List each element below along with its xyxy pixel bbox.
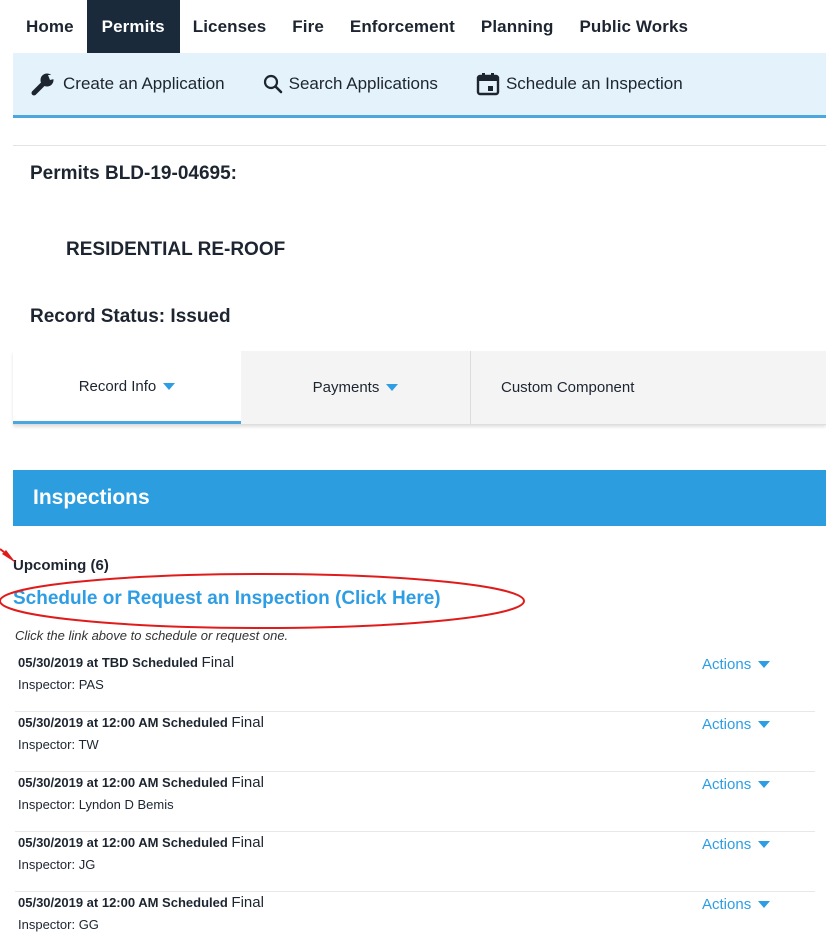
inspection-date: 05/30/2019 at 12:00 AM Scheduled (18, 775, 228, 790)
inspection-type: Final (231, 894, 264, 911)
sub-nav: Create an Application Search Application… (13, 53, 826, 118)
create-application-link[interactable]: Create an Application (31, 72, 225, 96)
inspection-type: Final (231, 834, 264, 851)
tab-public-works[interactable]: Public Works (566, 0, 701, 53)
wrench-icon (31, 73, 54, 96)
actions-dropdown[interactable]: Actions (702, 716, 771, 733)
inspection-date: 05/30/2019 at TBD Scheduled (18, 655, 198, 670)
tab-planning[interactable]: Planning (468, 0, 567, 53)
actions-label: Actions (702, 896, 752, 913)
tab-permits[interactable]: Permits (86, 0, 180, 60)
inspection-type: Final (201, 654, 235, 671)
tab-licenses[interactable]: Licenses (180, 0, 280, 53)
inspection-datetime: 05/30/2019 at 12:00 AM Scheduled Final (18, 714, 264, 731)
inspection-datetime: 05/30/2019 at 12:00 AM Scheduled Final (18, 774, 264, 791)
inspection-datetime: 05/30/2019 at 12:00 AM Scheduled Final (18, 834, 264, 851)
create-application-label: Create an Application (63, 74, 225, 93)
inspection-inspector: Inspector: GG (18, 917, 99, 932)
tab-payments[interactable]: Payments (241, 351, 471, 424)
caret-down-icon (758, 841, 771, 848)
caret-down-icon (163, 382, 176, 390)
record-status: Record Status: Issued (30, 306, 231, 327)
actions-dropdown[interactable]: Actions (702, 656, 771, 673)
tab-record-info[interactable]: Record Info (13, 351, 241, 424)
search-applications-link[interactable]: Search Applications (263, 74, 438, 94)
actions-dropdown[interactable]: Actions (702, 776, 771, 793)
inspection-inspector: Inspector: JG (18, 857, 96, 872)
inspection-date: 05/30/2019 at 12:00 AM Scheduled (18, 895, 228, 910)
tab-enforcement[interactable]: Enforcement (337, 0, 468, 53)
inspection-row: 05/30/2019 at 12:00 AM Scheduled Final I… (15, 712, 815, 772)
inspection-inspector: Inspector: TW (18, 737, 99, 752)
payments-label: Payments (312, 379, 380, 396)
inspection-datetime: 05/30/2019 at TBD Scheduled Final (18, 654, 234, 671)
schedule-inspection-label: Schedule an Inspection (505, 74, 683, 93)
inspection-row: 05/30/2019 at 12:00 AM Scheduled Final I… (15, 892, 815, 935)
caret-down-icon (758, 661, 771, 668)
inspections-heading: Inspections (33, 486, 150, 509)
tab-fire[interactable]: Fire (279, 0, 337, 53)
schedule-note: Click the link above to schedule or requ… (15, 628, 289, 643)
actions-label: Actions (702, 776, 752, 793)
tab-custom-component[interactable]: Custom Component (471, 351, 634, 424)
record-type: RESIDENTIAL RE-ROOF (66, 239, 286, 260)
inspection-inspector: Inspector: PAS (18, 677, 104, 692)
caret-down-icon (758, 901, 771, 908)
inspection-inspector: Inspector: Lyndon D Bemis (18, 797, 174, 812)
record-title: Permits BLD-19-04695: (30, 163, 237, 184)
inspection-row: 05/30/2019 at TBD Scheduled Final Inspec… (15, 652, 815, 712)
calendar-icon (476, 73, 500, 96)
upcoming-count: Upcoming (6) (13, 557, 109, 574)
annotation-arrow-line (0, 548, 5, 553)
caret-down-icon (758, 721, 771, 728)
caret-down-icon (386, 384, 399, 391)
actions-label: Actions (702, 836, 752, 853)
inspection-row: 05/30/2019 at 12:00 AM Scheduled Final I… (15, 772, 815, 832)
record-info-label: Record Info (78, 377, 157, 395)
record-tabs: Record Info Payments Custom Component (13, 351, 826, 425)
tab-home[interactable]: Home (0, 0, 87, 53)
inspection-list: 05/30/2019 at TBD Scheduled Final Inspec… (15, 652, 815, 935)
inspection-type: Final (231, 774, 264, 791)
schedule-inspection-link[interactable]: Schedule an Inspection (476, 72, 683, 96)
inspection-date: 05/30/2019 at 12:00 AM Scheduled (18, 835, 228, 850)
search-icon (263, 74, 282, 94)
actions-dropdown[interactable]: Actions (702, 836, 771, 853)
inspections-header: Inspections (13, 470, 826, 526)
inspection-type: Final (231, 714, 264, 731)
inspection-row: 05/30/2019 at 12:00 AM Scheduled Final I… (15, 832, 815, 892)
inspection-datetime: 05/30/2019 at 12:00 AM Scheduled Final (18, 894, 264, 911)
caret-down-icon (758, 781, 771, 788)
top-nav: Home Permits Licenses Fire Enforcement P… (0, 0, 826, 60)
actions-label: Actions (702, 656, 752, 673)
search-applications-label: Search Applications (288, 74, 438, 93)
schedule-request-inspection-link[interactable]: Schedule or Request an Inspection (Click… (13, 588, 441, 610)
custom-component-label: Custom Component (501, 379, 635, 396)
actions-label: Actions (702, 716, 752, 733)
actions-dropdown[interactable]: Actions (702, 896, 771, 913)
divider (13, 145, 826, 146)
inspection-date: 05/30/2019 at 12:00 AM Scheduled (18, 715, 228, 730)
